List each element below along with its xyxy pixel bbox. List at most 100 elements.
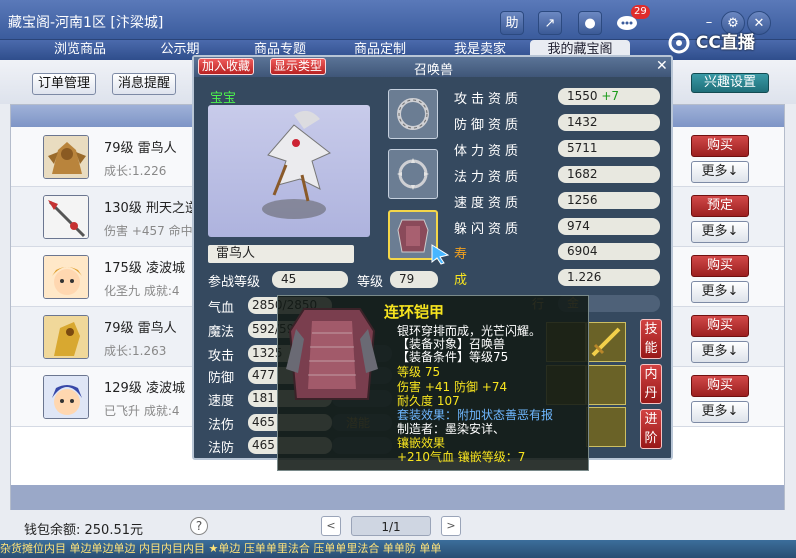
stamina-aptitude-label: 体力资质 (454, 144, 523, 159)
tooltip-title: 连环铠甲 (384, 303, 445, 321)
spiked-collar-icon (397, 158, 429, 190)
advance-button[interactable]: 进阶 (640, 409, 662, 449)
dodge-aptitude-value: 974 (558, 218, 660, 235)
wallet-balance: 钱包余额: 250.51元 (24, 523, 143, 538)
tab-browse[interactable]: 浏览商品 (40, 40, 120, 60)
skill-slot[interactable] (586, 365, 626, 405)
thunderbird-avatar-icon (44, 136, 88, 178)
record-button[interactable]: ● (578, 11, 602, 35)
share-button[interactable]: ↗ (538, 11, 562, 35)
thunderbird-creature-icon (262, 110, 331, 219)
equip-slot-collar[interactable] (388, 89, 438, 139)
live-stream-watermark: CC直播 (668, 28, 755, 54)
avatar (43, 255, 89, 299)
reserve-button[interactable]: 预定 (691, 195, 749, 217)
listing-title: 129级 凌波城 (104, 381, 185, 396)
pet-panel-title: 召唤兽 (414, 63, 454, 78)
tooltip-set-effect: 套装效果：附加状态善恶有报 (397, 408, 554, 422)
stamina-aptitude-value: 5711 (558, 140, 660, 157)
hp-label: 气血 (208, 301, 235, 316)
skill-slot[interactable] (586, 407, 626, 447)
chain-armor-icon (286, 308, 378, 400)
avatar (43, 375, 89, 419)
more-button[interactable]: 更多↓ (691, 161, 749, 183)
cc-logo-icon (668, 32, 690, 54)
magic-defense-label: 法防 (208, 441, 235, 456)
listing-title: 175级 凌波城 (104, 261, 185, 276)
more-button[interactable]: 更多↓ (691, 281, 749, 303)
level-value: 79 (390, 271, 438, 288)
close-icon: ✕ (753, 16, 765, 31)
attack-label: 攻击 (208, 349, 235, 364)
speed-aptitude-label: 速度资质 (454, 196, 523, 211)
dodge-aptitude-label: 躲闪资质 (454, 222, 523, 237)
message-reminder-button[interactable]: 消息提醒 (112, 73, 177, 95)
add-favorite-button[interactable]: 加入收藏 (198, 58, 255, 75)
thunderbird-avatar-icon (44, 316, 88, 358)
help-icon: 助 (505, 16, 519, 31)
avatar (43, 315, 89, 359)
speed-aptitude-value: 1256 (558, 192, 660, 209)
item-tooltip: 连环铠甲 银环穿排而成，光芒闪耀。 【装备对象】召唤兽 【装备条件】等级75 等… (277, 295, 589, 471)
armor-image (282, 299, 382, 409)
ring-collar-icon (397, 98, 429, 130)
inner-core-button[interactable]: 内丹 (640, 364, 662, 404)
record-icon: ● (584, 16, 596, 31)
baby-label: 宝宝 (210, 91, 237, 106)
mp-label: 魔法 (208, 325, 235, 340)
defense-aptitude-value: 1432 (558, 114, 660, 131)
listing-subtitle: 伤害 +457 命中 (104, 224, 193, 238)
share-icon: ↗ (544, 16, 556, 31)
buy-button[interactable]: 购买 (691, 135, 749, 157)
skills-button[interactable]: 技能 (640, 319, 662, 359)
pet-portrait (208, 105, 370, 237)
interest-settings-button[interactable]: 兴趣设置 (691, 73, 769, 93)
tooltip-stats: 伤害 +41 防御 +74 (397, 380, 508, 394)
help-icon[interactable]: ? (190, 517, 208, 535)
show-type-button[interactable]: 显示类型 (270, 58, 327, 75)
character-avatar-icon (44, 376, 88, 418)
avatar (43, 195, 89, 239)
level-label: 等级 (357, 275, 384, 290)
lifespan-value: 6904 (558, 243, 660, 260)
more-button[interactable]: 更多↓ (691, 221, 749, 243)
prev-page-button[interactable]: < (321, 516, 341, 536)
buy-button[interactable]: 购买 (691, 255, 749, 277)
app-window: 藏宝阁-河南1区 [汴梁城] 助 ↗ ● 29 – ⚙ ✕ 浏览商品 公示期 商… (0, 0, 796, 558)
mana-aptitude-value: 1682 (558, 166, 660, 183)
notification-badge: 29 (631, 5, 650, 19)
buy-button[interactable]: 购买 (691, 315, 749, 337)
attack-aptitude-bonus: +7 (601, 89, 620, 103)
close-icon[interactable]: ✕ (656, 58, 668, 74)
page-indicator: 1/1 (351, 516, 431, 536)
more-button[interactable]: 更多↓ (691, 341, 749, 363)
listing-subtitle: 成长:1.263 (104, 344, 167, 358)
magic-damage-label: 法伤 (208, 418, 235, 433)
order-management-button[interactable]: 订单管理 (32, 73, 97, 95)
next-page-button[interactable]: > (441, 516, 461, 536)
table-footer-bar (11, 485, 784, 510)
buy-button[interactable]: 购买 (691, 375, 749, 397)
pet-panel-titlebar: 加入收藏 显示类型 召唤兽 ✕ (194, 57, 671, 78)
listing-subtitle: 已飞升 成就:4 (104, 404, 180, 418)
battle-level-label: 参战等级 (208, 275, 261, 290)
listing-title: 79级 雷鸟人 (104, 141, 177, 156)
live-badge-text: CC直播 (695, 33, 755, 53)
sword-skill-icon (591, 327, 621, 357)
defense-label: 防御 (208, 371, 235, 386)
more-button[interactable]: 更多↓ (691, 401, 749, 423)
game-bottom-strip: 杂货摊位内目 单边单边单边 内目内目内目 ★单边 压单单里法合 压单单里法合 单… (0, 540, 796, 558)
tooltip-maker: 制造者：墨染安详、 (397, 422, 506, 436)
skill-slot[interactable] (586, 322, 626, 362)
equip-slot-necklace[interactable] (388, 149, 438, 199)
pet-name-field: 雷鸟人 (208, 245, 354, 263)
listing-title: 130级 刑天之逆 (104, 201, 198, 216)
help-button[interactable]: 助 (500, 11, 524, 35)
growth-value: 1.226 (558, 269, 660, 286)
tooltip-inlay-effect: +210气血 镶嵌等级：7 (397, 450, 526, 464)
character-avatar-icon (44, 256, 88, 298)
attack-aptitude-label: 攻击资质 (454, 92, 523, 107)
defense-aptitude-label: 防御资质 (454, 118, 523, 133)
chat-button[interactable]: 29 (616, 5, 650, 35)
weapon-avatar-icon (44, 196, 88, 238)
